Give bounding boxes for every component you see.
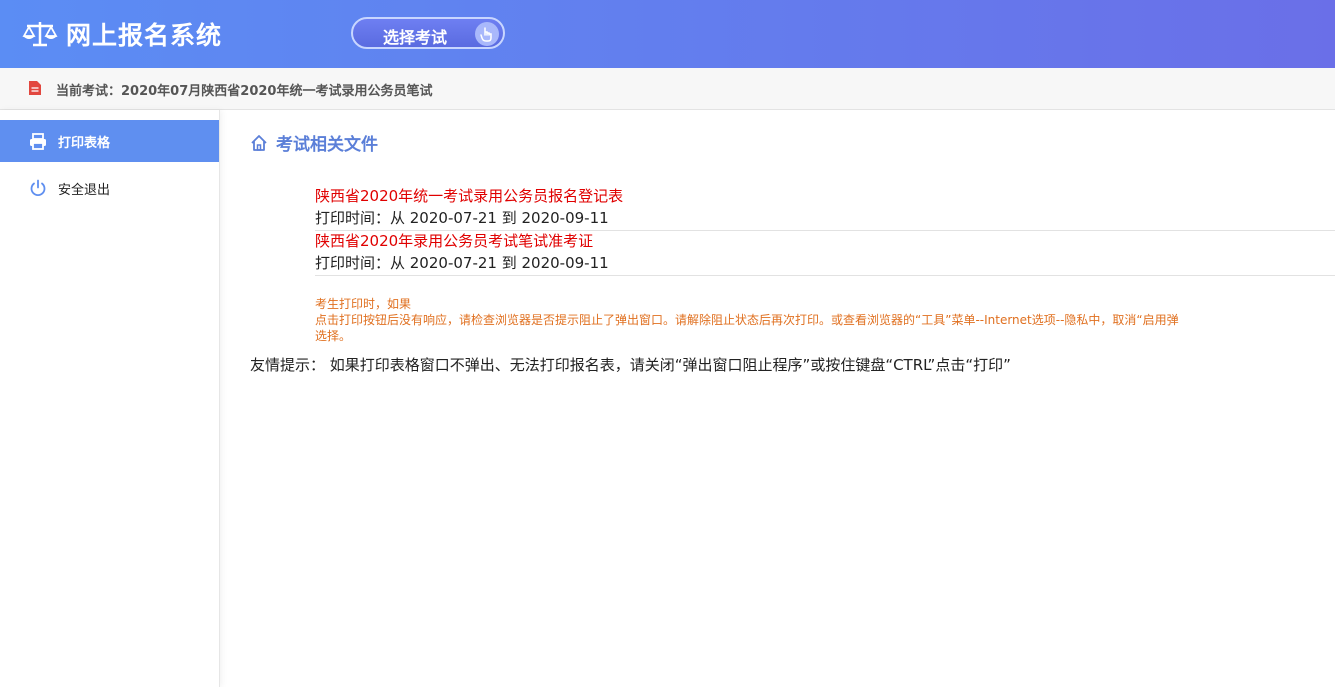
current-exam-text: 当前考试：2020年07月陕西省2020年统一考试录用公务员笔试: [56, 84, 433, 99]
select-exam-label: 选择考试: [383, 28, 448, 47]
scales-icon: [22, 22, 58, 47]
registration-form-link[interactable]: 陕西省2020年统一考试录用公务员报名登记表: [315, 185, 1335, 207]
file-entry: 陕西省2020年录用公务员考试笔试准考证 打印时间：从 2020-07-21 到…: [315, 230, 1335, 276]
printer-icon: [28, 131, 48, 151]
admission-ticket-link[interactable]: 陕西省2020年录用公务员考试笔试准考证: [315, 230, 1335, 252]
warning-line: 选择。: [315, 329, 352, 343]
warning-line: 点击打印按钮后没有响应，请检查浏览器是否提示阻止了弹出窗口。请解除阻止状态后再次…: [315, 313, 1179, 327]
top-header: 网上报名系统 选择考试: [0, 0, 1335, 68]
sidebar: 打印表格 安全退出: [0, 110, 220, 687]
sidebar-item-label: 打印表格: [58, 135, 111, 151]
sidebar-item-logout[interactable]: 安全退出: [0, 167, 219, 209]
select-exam-button[interactable]: 选择考试: [351, 17, 505, 49]
friendly-tip: 友情提示： 如果打印表格窗口不弹出、无法打印报名表，请关闭“弹出窗口阻止程序”或…: [250, 356, 1011, 374]
app-title: 网上报名系统: [66, 21, 223, 50]
sidebar-item-print-forms[interactable]: 打印表格: [0, 120, 219, 162]
file-print-time: 打印时间：从 2020-07-21 到 2020-09-11: [315, 209, 609, 227]
section-title-text: 考试相关文件: [276, 135, 378, 155]
section-title: 考试相关文件: [250, 130, 378, 155]
home-icon: [251, 134, 267, 151]
pointer-hand-icon: [475, 22, 499, 46]
document-icon: [29, 81, 41, 95]
sidebar-item-label: 安全退出: [58, 182, 111, 198]
file-entry: 陕西省2020年统一考试录用公务员报名登记表 打印时间：从 2020-07-21…: [315, 185, 1335, 231]
power-icon: [28, 178, 48, 198]
warning-line: 考生打印时，如果: [315, 297, 412, 311]
popup-warning: 考生打印时，如果 点击打印按钮后没有响应，请检查浏览器是否提示阻止了弹出窗口。请…: [315, 296, 1335, 344]
current-exam-bar: 当前考试：2020年07月陕西省2020年统一考试录用公务员笔试: [0, 68, 1335, 110]
file-print-time: 打印时间：从 2020-07-21 到 2020-09-11: [315, 254, 609, 272]
app-logo: 网上报名系统: [22, 14, 222, 54]
